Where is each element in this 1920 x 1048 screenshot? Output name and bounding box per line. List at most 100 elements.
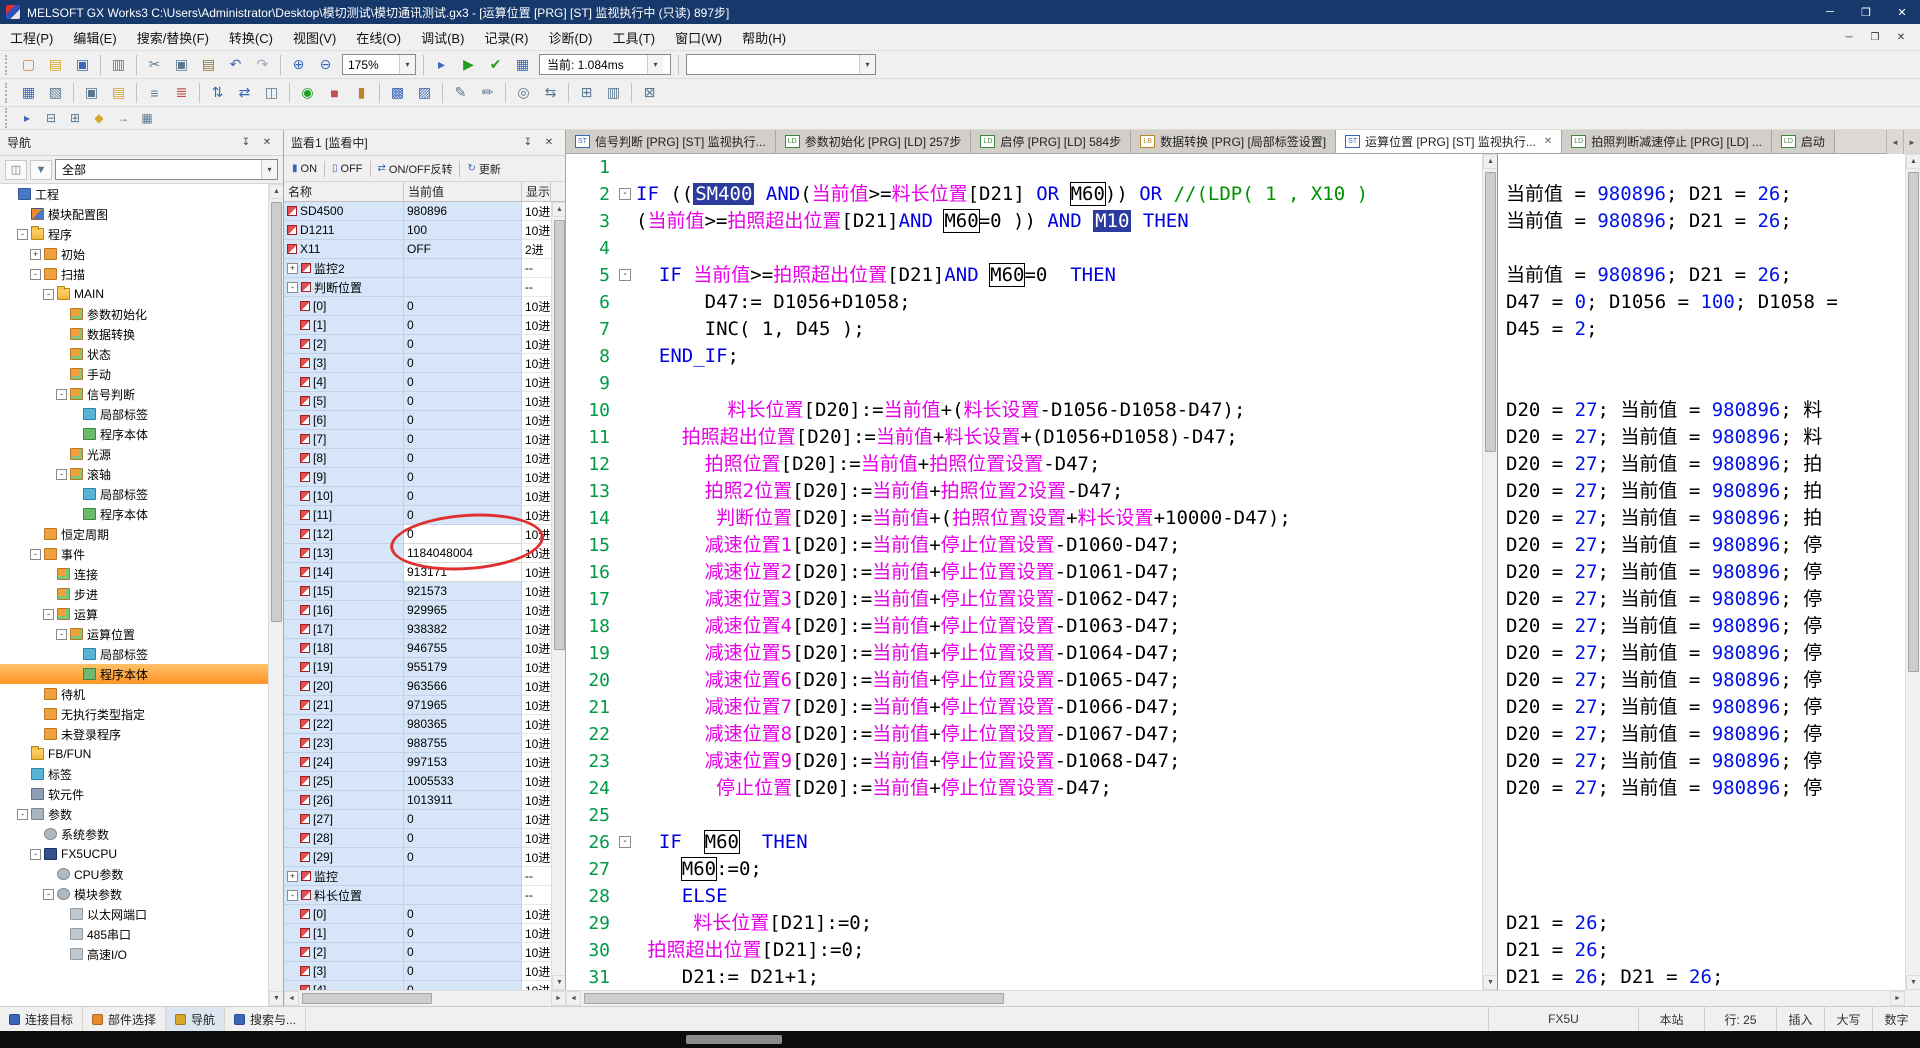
unfold-all-icon[interactable]: ⊞ <box>64 109 86 128</box>
watch-value-cell[interactable]: 946755 <box>404 639 522 658</box>
watch-value-cell[interactable]: 921573 <box>404 582 522 601</box>
collapse-icon[interactable]: - <box>287 282 298 293</box>
watch-value-cell[interactable]: 988755 <box>404 734 522 753</box>
replace-icon[interactable]: ⇆ <box>538 81 563 104</box>
tree-item-22[interactable]: -运算位置 <box>0 624 269 644</box>
collapse-icon[interactable]: - <box>17 229 28 240</box>
menu-item-2[interactable]: 搜索/替换(F) <box>127 24 219 50</box>
watch-value-cell[interactable]: 1184048004 <box>404 544 522 563</box>
code-line[interactable]: 17 减速位置3[D20]:=当前值+停止位置设置-D1062-D47; <box>566 586 1482 613</box>
fold-toggle-icon[interactable]: - <box>619 188 631 200</box>
watch-row[interactable]: [0]010进 <box>284 297 565 316</box>
tree-item-32[interactable]: 系统参数 <box>0 824 269 844</box>
close-button[interactable]: ✕ <box>1884 0 1920 24</box>
pin-icon[interactable]: ↧ <box>519 134 537 152</box>
watch-row[interactable]: [22]98036510进 <box>284 715 565 734</box>
watch-row[interactable]: [15]92157310进 <box>284 582 565 601</box>
code-line[interactable]: 16 减速位置2[D20]:=当前值+停止位置设置-D1061-D47; <box>566 559 1482 586</box>
code-line[interactable]: 29 料长位置[D21]:=0; <box>566 910 1482 937</box>
tree-item-6[interactable]: 参数初始化 <box>0 304 269 324</box>
tree-item-19[interactable]: 连接 <box>0 564 269 584</box>
tree-item-36[interactable]: 以太网端口 <box>0 904 269 924</box>
watch-row[interactable]: [1]010进 <box>284 924 565 943</box>
watch-row[interactable]: [11]010进 <box>284 506 565 525</box>
watch-row[interactable]: [28]010进 <box>284 829 565 848</box>
code-line[interactable]: 10 料长位置[D20]:=当前值+(料长设置-D1056-D1058-D47)… <box>566 397 1482 424</box>
convert-all-icon[interactable]: ≣ <box>169 81 194 104</box>
tree-item-12[interactable]: 程序本体 <box>0 424 269 444</box>
watch-value-cell[interactable]: 100 <box>404 221 522 240</box>
monitor-stop-icon[interactable]: ■ <box>322 81 347 104</box>
collapse-icon[interactable]: - <box>43 289 54 300</box>
tree-item-8[interactable]: 状态 <box>0 344 269 364</box>
watch-value-cell[interactable]: 0 <box>404 316 522 335</box>
tree-item-34[interactable]: CPU参数 <box>0 864 269 884</box>
collapse-icon[interactable]: - <box>56 469 67 480</box>
code-line[interactable]: 28 ELSE <box>566 883 1482 910</box>
watch-value-cell[interactable]: 1005533 <box>404 772 522 791</box>
tree-item-20[interactable]: 步进 <box>0 584 269 604</box>
watch-row[interactable]: -料长位置-- <box>284 886 565 905</box>
code-line[interactable]: 11 拍照超出位置[D20]:=当前值+料长设置+(D1056+D1058)-D… <box>566 424 1482 451</box>
code-line[interactable]: 12 拍照位置[D20]:=当前值+拍照位置设置-D47; <box>566 451 1482 478</box>
zoom-in-icon[interactable]: ⊕ <box>286 53 311 76</box>
watch-value-cell[interactable]: 0 <box>404 506 522 525</box>
scroll-up-icon[interactable]: ▲ <box>552 202 565 217</box>
code-line[interactable]: 8 END_IF; <box>566 343 1482 370</box>
device-batch-monitor-icon[interactable]: ▩ <box>385 81 410 104</box>
editor-tab-4[interactable]: ST运算位置 [PRG] [ST] 监视执行...✕ <box>1336 130 1562 153</box>
watch-value-cell[interactable]: 0 <box>404 943 522 962</box>
editor-hscrollbar[interactable]: ◄ ► <box>566 990 1905 1006</box>
menu-item-7[interactable]: 记录(R) <box>474 24 538 50</box>
monitor-mode-icon[interactable]: ▦ <box>510 53 535 76</box>
collapse-icon[interactable]: - <box>30 849 41 860</box>
watch-row[interactable]: [4]010进 <box>284 373 565 392</box>
monitor-ok-icon[interactable]: ✔ <box>483 53 508 76</box>
scrollbar-thumb[interactable] <box>302 993 432 1004</box>
device-list-icon[interactable]: ▥ <box>601 81 626 104</box>
collapse-icon[interactable]: - <box>30 549 41 560</box>
watch-row[interactable]: SD450098089610进 <box>284 202 565 221</box>
menu-item-5[interactable]: 在线(O) <box>346 24 411 50</box>
watch-value-cell[interactable] <box>404 886 522 905</box>
watch-row[interactable]: [5]010进 <box>284 392 565 411</box>
scroll-down-icon[interactable]: ▼ <box>552 975 565 990</box>
scroll-down-icon[interactable]: ▼ <box>1906 975 1920 990</box>
watch-row[interactable]: [14]91317110进 <box>284 563 565 582</box>
scroll-left-icon[interactable]: ◄ <box>284 991 299 1006</box>
menu-item-8[interactable]: 诊断(D) <box>538 24 602 50</box>
menu-item-6[interactable]: 调试(B) <box>411 24 474 50</box>
watch-value-cell[interactable]: 0 <box>404 487 522 506</box>
watch-value-cell[interactable]: 0 <box>404 924 522 943</box>
watch-row[interactable]: [29]010进 <box>284 848 565 867</box>
redo-icon[interactable]: ↷ <box>250 53 275 76</box>
tree-item-21[interactable]: -运算 <box>0 604 269 624</box>
watch-row[interactable]: [21]97196510进 <box>284 696 565 715</box>
tree-item-3[interactable]: +初始 <box>0 244 269 264</box>
scroll-right-icon[interactable]: ► <box>1890 991 1905 1006</box>
save-icon[interactable]: ▣ <box>70 53 95 76</box>
watch-value-cell[interactable]: 0 <box>404 981 522 990</box>
watch-row[interactable]: [16]92996510进 <box>284 601 565 620</box>
watch-column-header-1[interactable]: 当前值 <box>404 182 522 201</box>
tree-item-17[interactable]: 恒定周期 <box>0 524 269 544</box>
collapse-icon[interactable]: - <box>56 389 67 400</box>
code-line[interactable]: 22 减速位置8[D20]:=当前值+停止位置设置-D1067-D47; <box>566 721 1482 748</box>
watch-row[interactable]: [4]010进 <box>284 981 565 990</box>
tree-item-9[interactable]: 手动 <box>0 364 269 384</box>
watch-row[interactable]: X11OFF2进 <box>284 240 565 259</box>
scroll-up-icon[interactable]: ▲ <box>269 184 283 199</box>
status-panel-tab-1[interactable]: 部件选择 <box>83 1007 166 1031</box>
code-line[interactable]: 30 拍照超出位置[D21]:=0; <box>566 937 1482 964</box>
menu-item-3[interactable]: 转换(C) <box>219 24 283 50</box>
open-icon[interactable]: ▤ <box>43 53 68 76</box>
tree-item-29[interactable]: 标签 <box>0 764 269 784</box>
watch-value-cell[interactable]: 0 <box>404 962 522 981</box>
bookmark-icon[interactable]: ◆ <box>88 109 110 128</box>
watch-value-cell[interactable]: 980896 <box>404 202 522 221</box>
watch-off-button[interactable]: ▯OFF <box>327 159 368 179</box>
scrollbar-thumb[interactable] <box>271 202 282 622</box>
watch-toggle-button[interactable]: ⇄ON/OFF反转 <box>373 159 458 179</box>
watch-row[interactable]: [17]93838210进 <box>284 620 565 639</box>
code-line[interactable]: 24 停止位置[D20]:=当前值+停止位置设置-D47; <box>566 775 1482 802</box>
